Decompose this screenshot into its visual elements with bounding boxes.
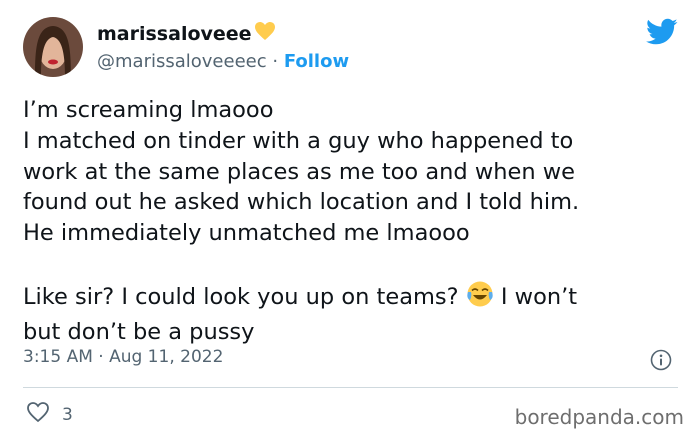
tweet-line: work at the same places as me too and wh… [23,158,575,185]
author-display-name[interactable]: marissaloveee [97,23,252,45]
tweet-line: I’m screaming lmaooo [23,97,274,123]
tweet-line-part: Like sir? I could look you up on teams? [23,283,459,310]
author-name[interactable]: marissaloveee [97,21,276,46]
avatar[interactable] [23,17,83,77]
like-count: 3 [62,404,73,425]
tweet-line: found out he asked which location and I … [23,189,580,216]
follow-button[interactable]: Follow [284,51,349,72]
author-handle-row: @marissaloveeeec · Follow [97,51,349,72]
tweet-line: Like sir? I could look you up on teams? … [23,280,683,317]
face-with-tears-of-joy-icon [466,280,494,317]
twitter-bird-icon[interactable] [646,18,678,46]
heart-icon [26,401,50,428]
tweet-line: I matched on tinder with a guy who happe… [23,127,574,154]
tweet-line: but don’t be a pussy [23,318,255,345]
info-icon[interactable] [650,349,672,371]
separator-dot: · [272,51,279,72]
tweet-line: He immediately unmatched me lmaooo [23,220,470,247]
tweet-line-part: I won’t [500,283,578,310]
author-handle[interactable]: @marissaloveeeec [97,51,267,72]
like-button[interactable]: 3 [26,401,73,428]
watermark: boredpanda.com [514,405,684,429]
tweet-timestamp[interactable]: 3:15 AM · Aug 11, 2022 [23,347,223,367]
tweet-text: I’m screaming lmaooo I matched on tinder… [23,95,683,347]
divider [23,387,678,388]
yellow-heart-icon [254,21,276,46]
